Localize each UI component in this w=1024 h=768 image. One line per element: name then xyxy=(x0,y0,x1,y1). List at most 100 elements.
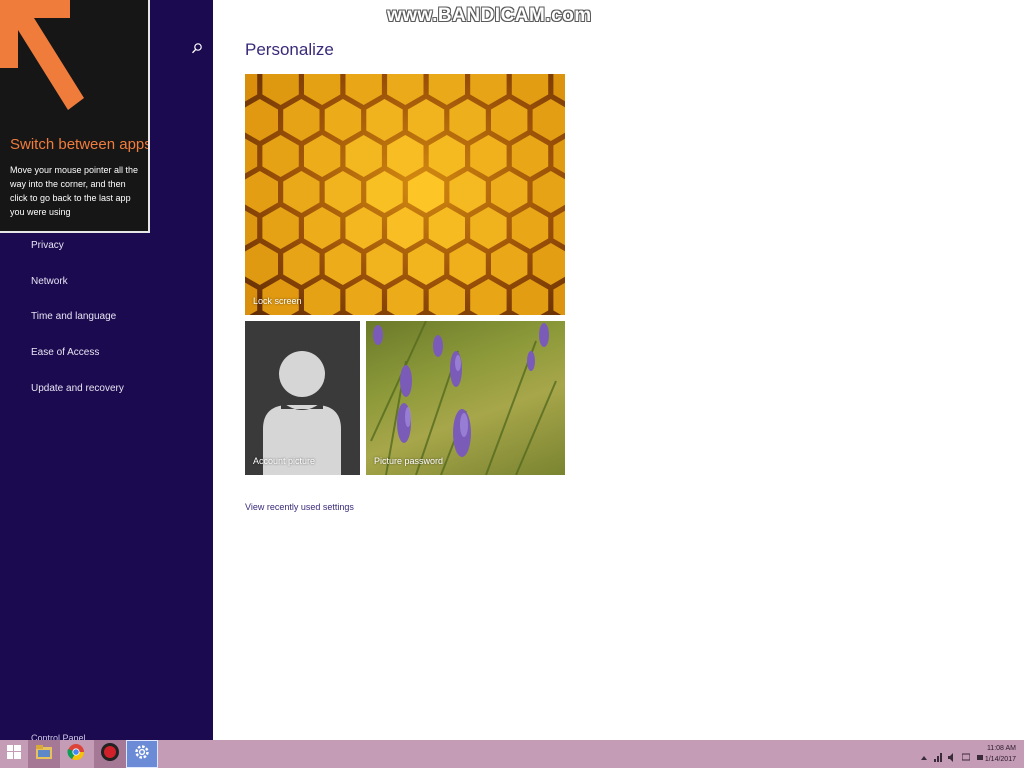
honeycomb-cell xyxy=(304,207,341,249)
honeycomb-cell xyxy=(449,99,486,141)
honeycomb-cell xyxy=(366,243,403,285)
honeycomb-cell xyxy=(407,99,445,141)
honeycomb-cell xyxy=(324,99,362,141)
clock-time: 11:08 AM xyxy=(986,745,1016,752)
honeycomb-cell xyxy=(470,207,507,249)
account-picture-tile[interactable]: Account picture xyxy=(245,321,360,475)
nav-item-update-and-recovery[interactable]: Update and recovery xyxy=(31,382,124,418)
picture-password-label: Picture password xyxy=(374,456,444,466)
honeycomb-cell xyxy=(324,171,362,213)
honeycomb-cell xyxy=(245,210,258,246)
file-explorer-button[interactable] xyxy=(28,740,60,768)
honeycomb-cell xyxy=(262,74,299,105)
honeycomb-cell xyxy=(470,135,507,177)
honeycomb-cell xyxy=(428,207,465,249)
bandicam-watermark: www.BANDICAM.com xyxy=(387,5,592,26)
honeycomb-cell xyxy=(428,279,465,315)
honeycomb-cell xyxy=(511,135,549,177)
view-recent-settings-link[interactable]: View recently used settings xyxy=(245,502,354,512)
honeycomb-cell xyxy=(470,74,507,105)
honeycomb-cell xyxy=(407,243,445,285)
nav-item-time-and-language[interactable]: Time and language xyxy=(31,310,124,346)
honeycomb-cell xyxy=(345,279,382,315)
chrome-button[interactable] xyxy=(60,740,92,768)
chrome-icon xyxy=(67,743,85,766)
honeycomb-cell xyxy=(283,171,320,213)
pc-settings-icon xyxy=(134,744,150,765)
honeycomb-cell xyxy=(262,207,299,249)
honeycomb-cell xyxy=(345,135,382,177)
honeycomb-cell xyxy=(304,279,341,315)
tip-body: Move your mouse pointer all the way into… xyxy=(10,165,139,217)
honeycomb-cell xyxy=(553,282,565,315)
file-explorer-icon xyxy=(35,744,53,765)
network-icon[interactable] xyxy=(934,749,942,762)
lock-screen-label: Lock screen xyxy=(253,296,302,306)
honeycomb-cell xyxy=(245,99,278,141)
honeycomb-cell xyxy=(470,279,507,315)
honeycomb-cell xyxy=(387,279,424,315)
honeycomb-cell xyxy=(304,74,341,105)
honeycomb-cell xyxy=(532,243,565,285)
honeycomb-cell xyxy=(387,207,424,249)
screen: Privacy Network Time and language Ease o… xyxy=(0,0,1024,768)
nav-item-ease-of-access[interactable]: Ease of Access xyxy=(31,346,124,382)
honeycomb-cell xyxy=(324,243,362,285)
lavender-image xyxy=(370,321,557,475)
honeycomb-cell xyxy=(553,74,565,102)
honeycomb-cell xyxy=(245,171,278,213)
switch-apps-tip: Switch between apps Move your mouse poin… xyxy=(0,0,150,233)
honeycomb-cell xyxy=(449,171,486,213)
account-picture-label: Account picture xyxy=(253,456,316,466)
page-title: Personalize xyxy=(245,40,334,59)
honeycomb-cell xyxy=(283,243,320,285)
nav-item-network[interactable]: Network xyxy=(31,275,124,311)
nav-item-privacy[interactable]: Privacy xyxy=(31,239,124,275)
honeycomb-cell xyxy=(449,243,486,285)
bandicam-button[interactable] xyxy=(94,740,126,768)
lock-screen-tile[interactable]: Lock screen xyxy=(245,74,565,315)
honeycomb-cell xyxy=(283,99,320,141)
honeycomb-cell xyxy=(345,207,382,249)
honeycomb-cell xyxy=(511,74,549,105)
honeycomb-cell xyxy=(532,171,565,213)
taskbar: 11:08 AM 1/14/2017 xyxy=(0,740,1024,768)
show-hidden-icons-icon[interactable] xyxy=(920,749,928,760)
honeycomb-cell xyxy=(511,279,549,315)
honeycomb-cell xyxy=(553,210,565,246)
honeycomb-cell xyxy=(428,74,465,105)
search-icon xyxy=(191,42,207,54)
honeycomb-cell xyxy=(387,74,424,105)
search-button[interactable] xyxy=(191,42,207,58)
volume-icon[interactable] xyxy=(948,749,956,762)
honeycomb-cell xyxy=(491,171,528,213)
honeycomb-cell xyxy=(553,138,565,174)
honeycomb-cell xyxy=(511,207,549,249)
honeycomb-cell xyxy=(387,135,424,177)
tip-title: Switch between apps xyxy=(10,136,150,153)
honeycomb-cell xyxy=(366,99,403,141)
honeycomb-cell xyxy=(491,243,528,285)
honeycomb-cell xyxy=(245,138,258,174)
honeycomb-cell xyxy=(345,74,382,105)
settings-nav-list: Privacy Network Time and language Ease o… xyxy=(31,239,124,417)
honeycomb-image xyxy=(245,74,565,315)
honeycomb-cell xyxy=(407,171,445,213)
bandicam-record-icon xyxy=(100,742,120,767)
honeycomb-cell xyxy=(532,99,565,141)
honeycomb-cell xyxy=(304,135,341,177)
honeycomb-cell xyxy=(245,243,278,285)
taskbar-clock[interactable]: 11:08 AM 1/14/2017 xyxy=(985,743,1016,765)
user-silhouette-icon xyxy=(263,351,341,475)
arrow-icon xyxy=(0,0,90,120)
action-center-icon[interactable] xyxy=(961,749,971,761)
power-icon[interactable] xyxy=(976,749,984,760)
windows-start-icon xyxy=(7,744,21,764)
clock-date: 1/14/2017 xyxy=(984,756,1016,763)
honeycomb-cell xyxy=(366,171,403,213)
honeycomb-cell xyxy=(245,74,258,102)
system-tray xyxy=(920,749,984,762)
pc-settings-button[interactable] xyxy=(126,740,158,768)
picture-password-tile[interactable]: Picture password xyxy=(366,321,565,475)
start-button[interactable] xyxy=(0,740,28,768)
